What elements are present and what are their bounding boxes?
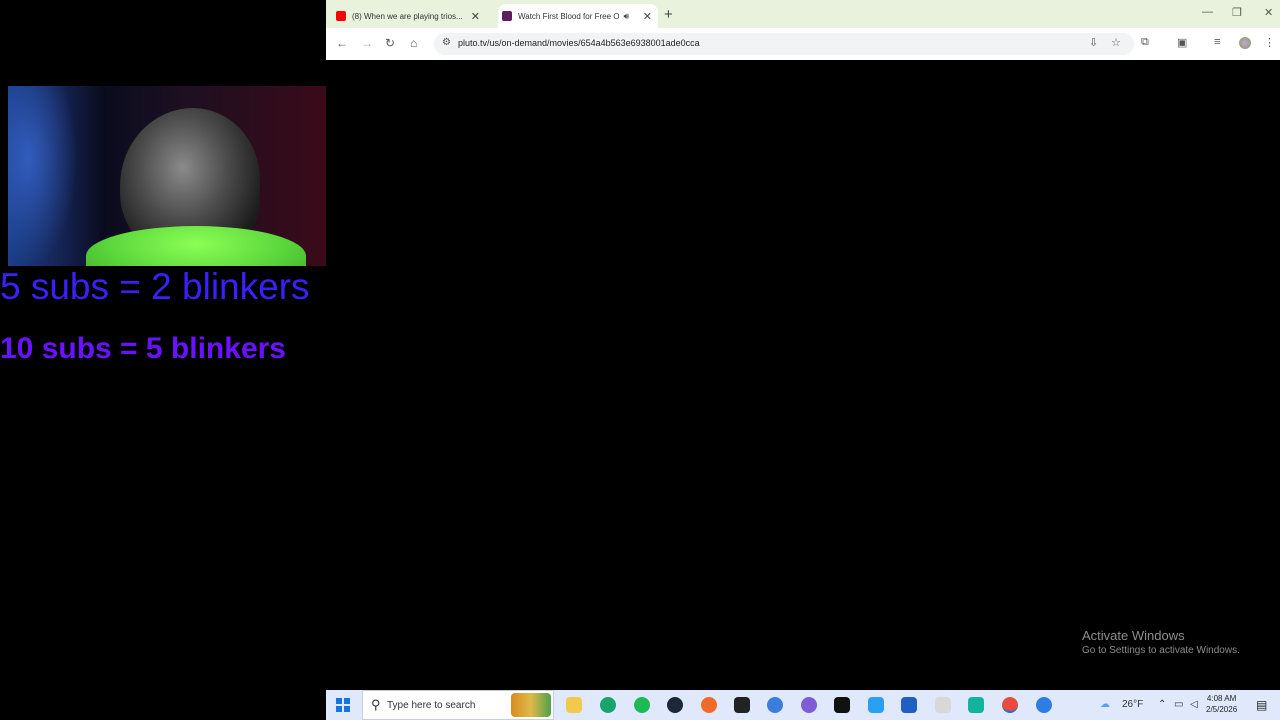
sub-goal-line-2: 10 subs = 5 blinkers [0,332,286,365]
browser-window: (8) When we are playing trios... ✕ Watch… [326,0,1280,60]
volume-icon[interactable]: ◁ [1190,699,1198,710]
tab-title: Watch First Blood for Free O [518,11,620,21]
chevron-up-icon[interactable]: ⌃ [1158,699,1166,710]
taskbar-search[interactable]: ⚲ Type here to search [362,690,554,720]
notification-icon[interactable]: ▤ [1256,698,1267,712]
search-placeholder: Type here to search [387,700,476,711]
screen: 5 subs = 2 blinkers 10 subs = 5 blinkers… [0,0,1280,720]
steam-icon[interactable] [667,697,683,713]
watermark-title: Activate Windows [1082,628,1185,643]
weather-temp[interactable]: 26°F [1122,699,1143,710]
media-controls-icon[interactable]: ≡ [1214,36,1220,48]
windows-start-icon[interactable] [336,698,350,712]
edge-icon[interactable] [600,697,616,713]
tab-title: (8) When we are playing trios... [352,11,463,21]
chrome-icon[interactable] [1002,697,1018,713]
tab-youtube[interactable]: (8) When we are playing trios... ✕ [336,4,486,28]
side-panel-icon[interactable]: ▣ [1177,36,1187,49]
audio-app-icon[interactable] [834,697,850,713]
window-close-icon[interactable]: ✕ [1264,6,1273,19]
search-icon: ⚲ [371,697,381,712]
spotify-icon[interactable] [634,697,650,713]
tab-pluto[interactable]: Watch First Blood for Free O 🔊︎ ✕ [498,4,658,28]
sub-goal-line-1: 5 subs = 2 blinkers [0,266,310,307]
pluto-tv-icon [502,11,512,21]
app-orange-icon[interactable] [701,697,717,713]
clock-date: 2/5/2026 [1206,705,1238,714]
install-app-icon[interactable]: ⇩ [1089,36,1098,49]
site-info-icon[interactable]: ⚙ [442,37,451,48]
app-light-blue-icon[interactable] [868,697,884,713]
close-icon[interactable]: ✕ [471,10,480,23]
app-purple-icon[interactable] [801,697,817,713]
watermark-subtitle: Go to Settings to activate Windows. [1082,645,1240,656]
taskbar: ⚲ Type here to search ☁ 26°F ⌃ ▭ ◁ 4:08 … [326,690,1280,720]
profile-avatar[interactable] [1239,37,1251,49]
browser-toolbar: ← → ↻ ⌂ ⚙ pluto.tv/us/on-demand/movies/6… [326,28,1280,60]
activate-windows-watermark: Activate Windows Go to Settings to activ… [1082,628,1240,656]
home-icon[interactable]: ⌂ [410,36,417,50]
clock-time: 4:08 AM [1206,694,1237,703]
search-highlight-image [511,693,551,717]
app-blue-icon[interactable] [767,697,783,713]
youtube-icon [336,11,346,21]
close-icon[interactable]: ✕ [643,10,652,23]
tab-strip: (8) When we are playing trios... ✕ Watch… [326,0,1280,28]
bookmark-star-icon[interactable]: ☆ [1111,36,1121,49]
network-icon[interactable]: ▭ [1174,699,1183,710]
person-shirt [86,226,306,266]
file-explorer-icon[interactable] [566,697,582,713]
address-bar[interactable]: ⚙ pluto.tv/us/on-demand/movies/654a4b563… [434,33,1134,55]
extensions-icon[interactable]: ⧉ [1141,36,1149,49]
webcam-feed [8,86,326,266]
address-url[interactable]: pluto.tv/us/on-demand/movies/654a4b563e6… [458,38,700,48]
minimize-icon[interactable]: — [1202,6,1213,18]
clock[interactable]: 4:08 AM 2/5/2026 [1206,693,1237,715]
app-teal-icon[interactable] [968,697,984,713]
webcam-light [8,86,78,266]
speaker-icon[interactable]: 🔊︎ [624,11,630,22]
new-tab-icon[interactable]: + [664,6,673,23]
epic-games-icon[interactable] [734,697,750,713]
back-icon[interactable]: ← [336,36,348,50]
app-grey-icon[interactable] [935,697,951,713]
menu-icon[interactable]: ⋮ [1264,36,1275,49]
weather-icon[interactable]: ☁ [1100,699,1110,710]
restore-icon[interactable]: ❐ [1232,6,1242,19]
app-dark-blue-icon[interactable] [901,697,917,713]
forward-icon[interactable]: → [361,36,373,50]
reload-icon[interactable]: ↻ [385,36,395,50]
app-blue-2-icon[interactable] [1036,697,1052,713]
